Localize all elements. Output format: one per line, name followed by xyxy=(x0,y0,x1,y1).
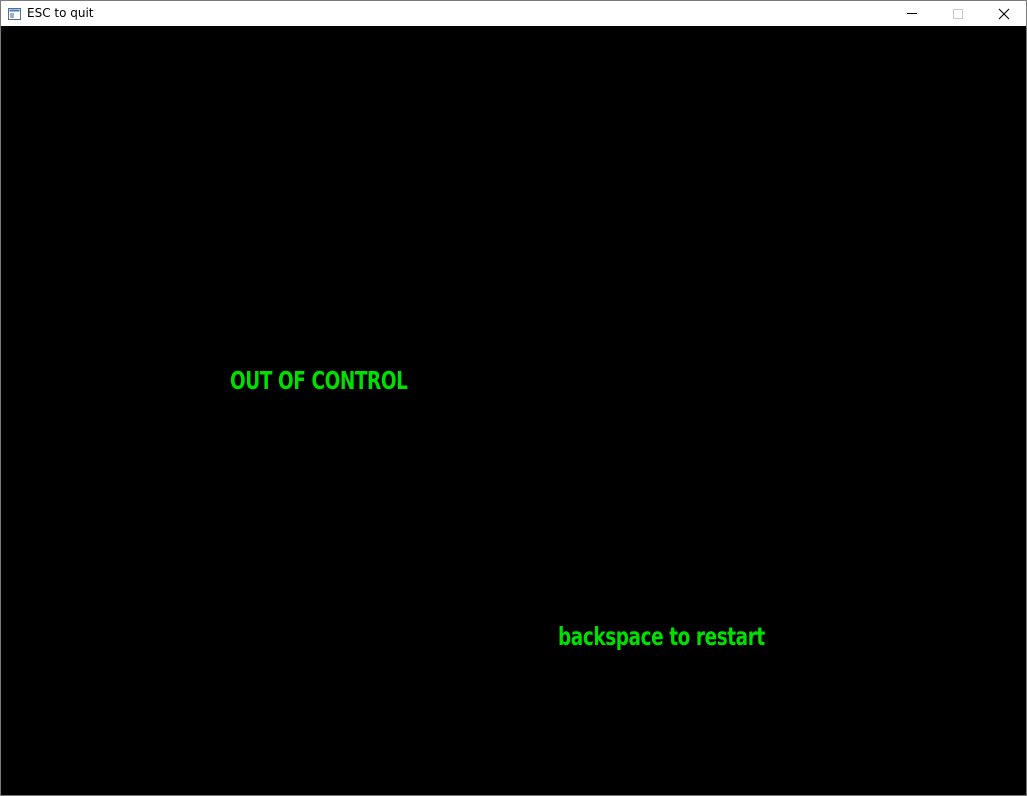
close-button[interactable] xyxy=(981,1,1027,26)
close-icon xyxy=(998,8,1010,20)
maximize-button[interactable] xyxy=(935,1,981,26)
app-window-icon xyxy=(8,7,21,20)
minimize-button[interactable] xyxy=(889,1,935,26)
title-bar[interactable]: ESC to quit xyxy=(1,1,1026,26)
window-title: ESC to quit xyxy=(27,6,94,20)
game-canvas[interactable]: OUT OF CONTROL backspace to restart xyxy=(1,26,1026,795)
game-over-headline: OUT OF CONTROL xyxy=(230,366,408,395)
restart-hint: backspace to restart xyxy=(558,622,765,651)
maximize-icon xyxy=(953,9,963,19)
minimize-icon xyxy=(907,13,917,14)
app-window: ESC to quit OUT OF CONTROL backspace to … xyxy=(0,0,1027,796)
